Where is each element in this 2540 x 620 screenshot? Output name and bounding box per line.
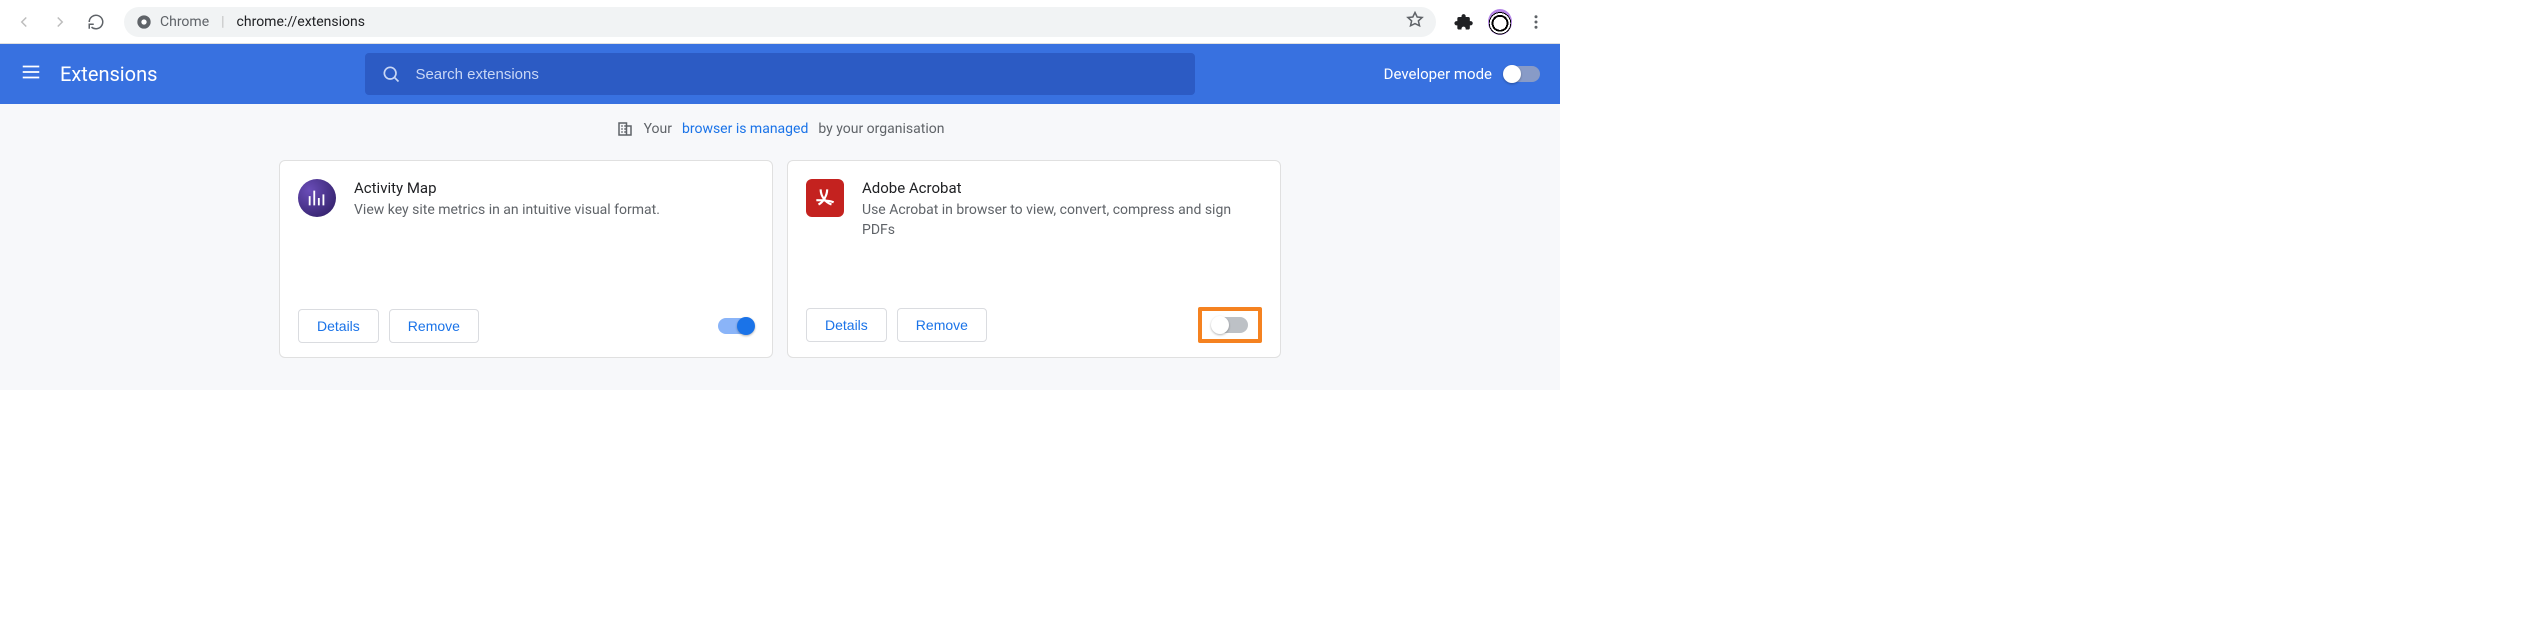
menu-button[interactable] — [20, 61, 42, 87]
back-button[interactable] — [8, 6, 40, 38]
developer-mode-label: Developer mode — [1384, 65, 1492, 83]
extension-icon-activity-map — [298, 179, 336, 217]
extension-toggle[interactable] — [718, 318, 754, 334]
extension-name: Adobe Acrobat — [862, 179, 1262, 197]
managed-suffix: by your organisation — [818, 121, 944, 137]
developer-mode-toggle[interactable] — [1504, 66, 1540, 82]
page-title: Extensions — [60, 62, 157, 86]
url-text: chrome://extensions — [237, 14, 365, 30]
profile-avatar[interactable] — [1488, 10, 1512, 34]
extension-card: Adobe Acrobat Use Acrobat in browser to … — [787, 160, 1281, 358]
extensions-grid: Activity Map View key site metrics in an… — [0, 160, 1560, 358]
toggle-highlight — [1198, 307, 1262, 343]
arrow-left-icon — [15, 13, 33, 31]
remove-button[interactable]: Remove — [897, 308, 987, 342]
managed-prefix: Your — [644, 121, 672, 137]
url-separator: | — [221, 14, 224, 30]
details-button[interactable]: Details — [806, 308, 887, 342]
reload-icon — [87, 13, 105, 31]
chart-icon — [306, 187, 328, 209]
managed-link[interactable]: browser is managed — [682, 121, 808, 137]
dots-vertical-icon — [1527, 13, 1545, 31]
bookmark-star-icon[interactable] — [1406, 11, 1424, 33]
remove-button[interactable]: Remove — [389, 309, 479, 343]
managed-notice: Your browser is managed by your organisa… — [0, 120, 1560, 138]
extension-description: View key site metrics in an intuitive vi… — [354, 201, 660, 221]
hamburger-icon — [20, 61, 42, 83]
extension-card: Activity Map View key site metrics in an… — [279, 160, 773, 358]
extension-toggle[interactable] — [1212, 317, 1248, 333]
extensions-puzzle-icon[interactable] — [1452, 10, 1476, 34]
avatar-icon — [1488, 9, 1512, 35]
developer-mode-group: Developer mode — [1384, 65, 1540, 83]
chrome-icon — [136, 14, 152, 30]
kebab-menu[interactable] — [1524, 10, 1548, 34]
extension-name: Activity Map — [354, 179, 660, 197]
building-icon — [616, 120, 634, 138]
search-bar[interactable] — [365, 53, 1195, 95]
url-product: Chrome — [160, 14, 209, 30]
forward-button[interactable] — [44, 6, 76, 38]
app-header: Extensions Developer mode — [0, 44, 1560, 104]
extension-icon-acrobat — [806, 179, 844, 217]
arrow-right-icon — [51, 13, 69, 31]
search-icon — [381, 64, 401, 84]
browser-toolbar: Chrome | chrome://extensions — [0, 0, 1560, 44]
reload-button[interactable] — [80, 6, 112, 38]
extension-description: Use Acrobat in browser to view, convert,… — [862, 201, 1262, 240]
acrobat-icon — [812, 185, 838, 211]
content-area: Your browser is managed by your organisa… — [0, 104, 1560, 390]
search-input[interactable] — [415, 66, 1179, 83]
details-button[interactable]: Details — [298, 309, 379, 343]
address-bar[interactable]: Chrome | chrome://extensions — [124, 7, 1436, 37]
